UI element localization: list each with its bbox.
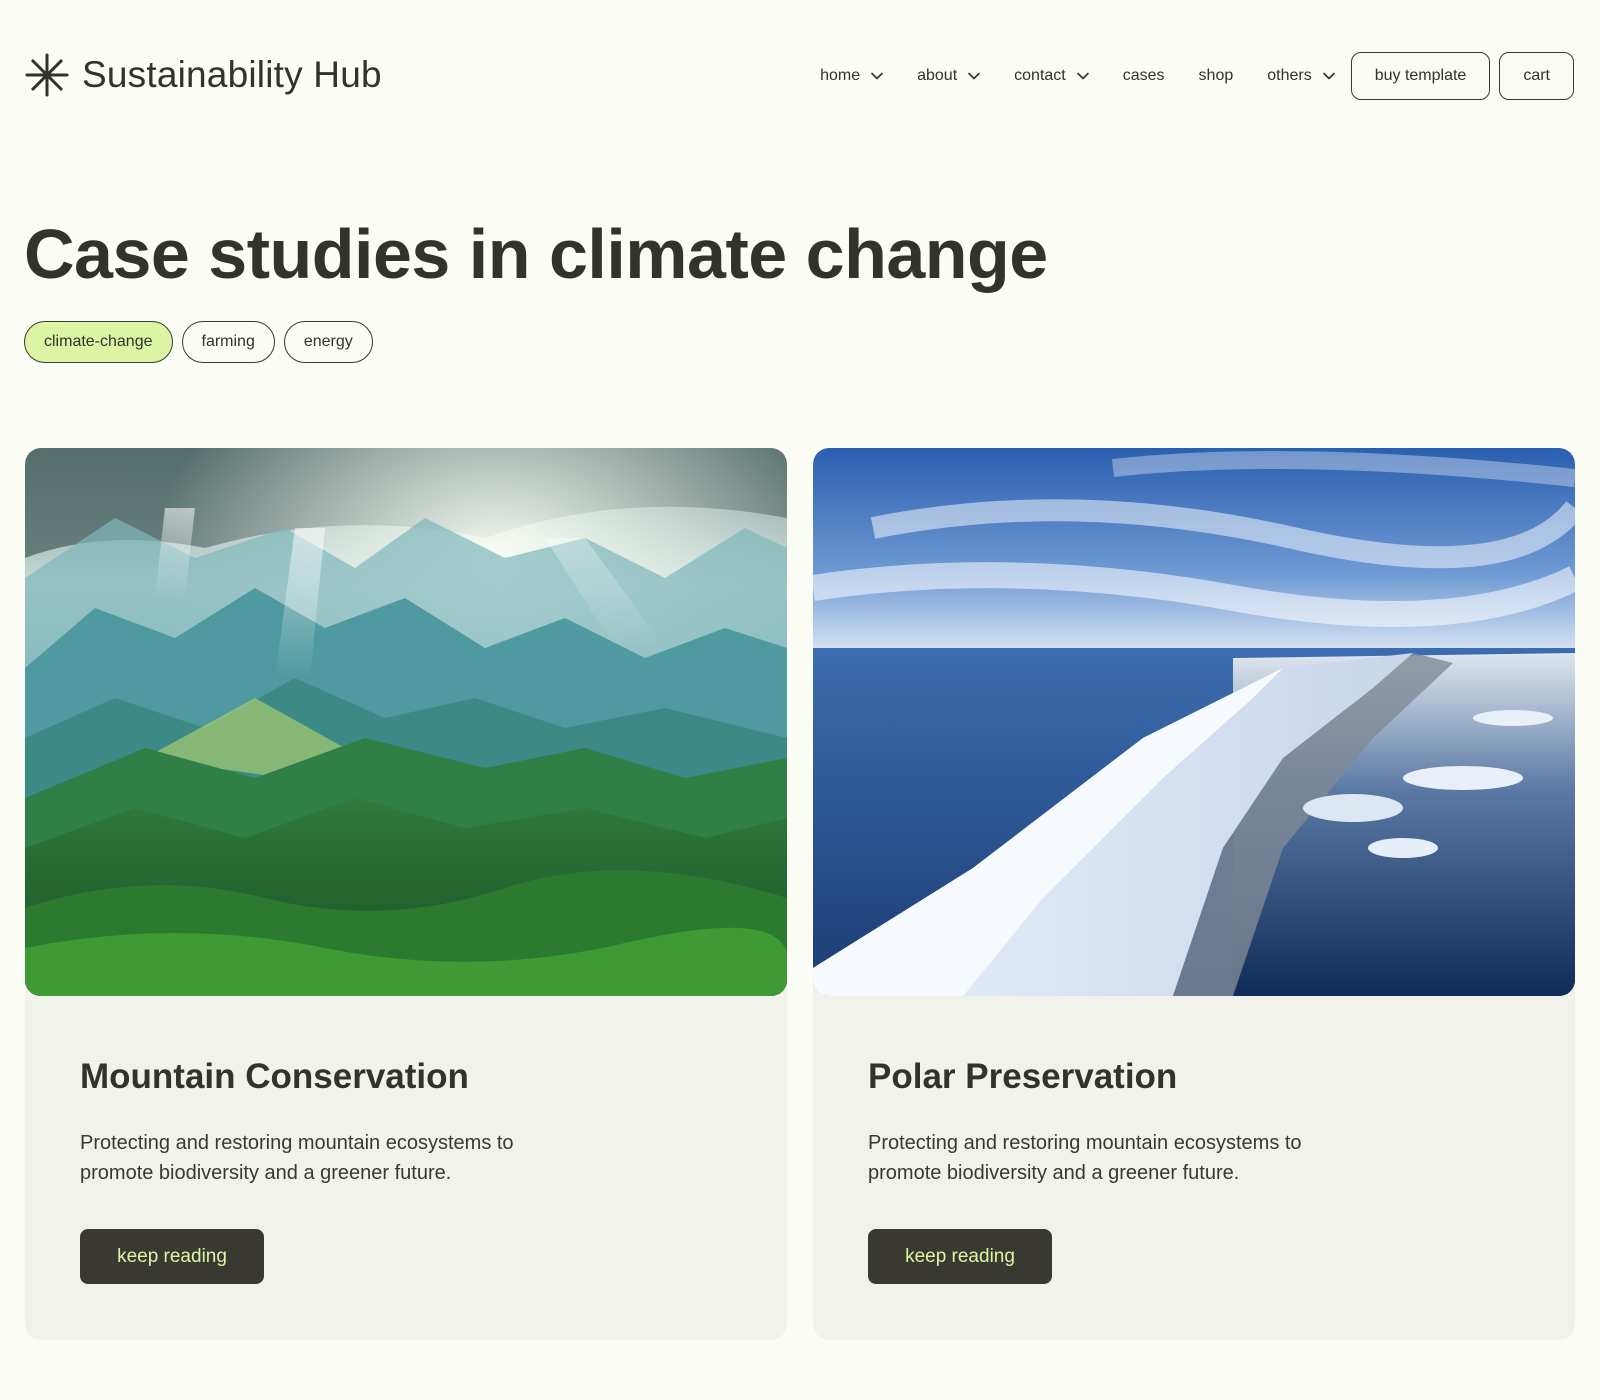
nav-item-others[interactable]: others: [1267, 67, 1335, 85]
card-description: Protecting and restoring mountain ecosys…: [868, 1132, 1302, 1184]
nav-item-label: others: [1267, 67, 1312, 84]
chevron-down-icon: [871, 72, 883, 80]
polar-ice-image[interactable]: [813, 448, 1575, 996]
site-header: Sustainability Hub home about contact ca…: [0, 0, 1600, 154]
buy-template-button[interactable]: buy template: [1350, 52, 1491, 100]
asterisk-sun-icon: [25, 53, 69, 97]
nav-item-label: contact: [1014, 67, 1066, 84]
nav-item-cases[interactable]: cases: [1123, 67, 1165, 85]
nav-item-label: home: [820, 67, 861, 84]
chevron-down-icon: [968, 72, 980, 80]
chevron-down-icon: [1322, 72, 1335, 80]
nav-item-label: cases: [1122, 67, 1165, 84]
nav-item-label: about: [917, 67, 958, 84]
case-card-mountain: Mountain Conservation Protecting and res…: [25, 448, 787, 1340]
nav-item-contact[interactable]: contact: [1014, 67, 1089, 85]
card-description: Protecting and restoring mountain ecosys…: [80, 1132, 514, 1184]
keep-reading-button[interactable]: keep reading: [80, 1229, 264, 1284]
mountain-landscape-image[interactable]: [25, 448, 787, 996]
tag-filter-list: climate-change farming energy: [24, 321, 382, 363]
cart-button[interactable]: cart: [1499, 52, 1574, 100]
keep-reading-button[interactable]: keep reading: [868, 1229, 1052, 1284]
tag-climate-change[interactable]: climate-change: [24, 321, 173, 363]
card-title: Mountain Conservation: [80, 1057, 469, 1096]
nav-item-shop[interactable]: shop: [1199, 67, 1234, 85]
main-nav: home about contact cases shop others buy…: [820, 52, 1574, 100]
chevron-down-icon: [1076, 72, 1089, 80]
brand-name: Sustainability Hub: [82, 54, 382, 95]
tag-energy[interactable]: energy: [283, 321, 373, 363]
page-title: Case studies in climate change: [24, 215, 1048, 293]
case-card-polar: Polar Preservation Protecting and restor…: [813, 448, 1575, 1340]
brand-logo[interactable]: Sustainability Hub: [24, 52, 382, 98]
tag-farming[interactable]: farming: [181, 321, 275, 363]
nav-item-label: shop: [1198, 67, 1234, 84]
card-title: Polar Preservation: [868, 1057, 1178, 1096]
nav-item-home[interactable]: home: [820, 67, 883, 85]
nav-item-about[interactable]: about: [917, 67, 980, 85]
